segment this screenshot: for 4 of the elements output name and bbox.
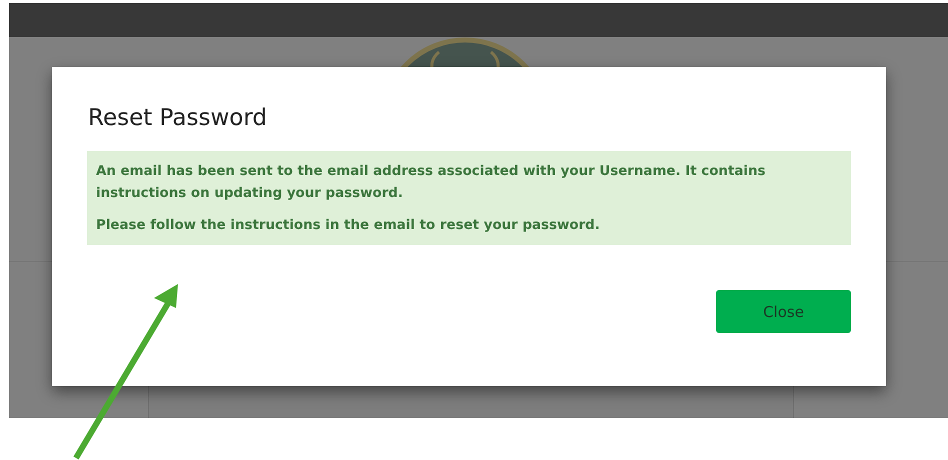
alert-message: Please follow the instructions in the email to reset your password. (96, 217, 601, 235)
alert-message: An email has been sent to the email address associated with your Username. It contains instructions on updating your password. (96, 163, 766, 203)
close-button[interactable]: Close (716, 290, 851, 333)
dialog-title: Reset Password (88, 105, 268, 131)
